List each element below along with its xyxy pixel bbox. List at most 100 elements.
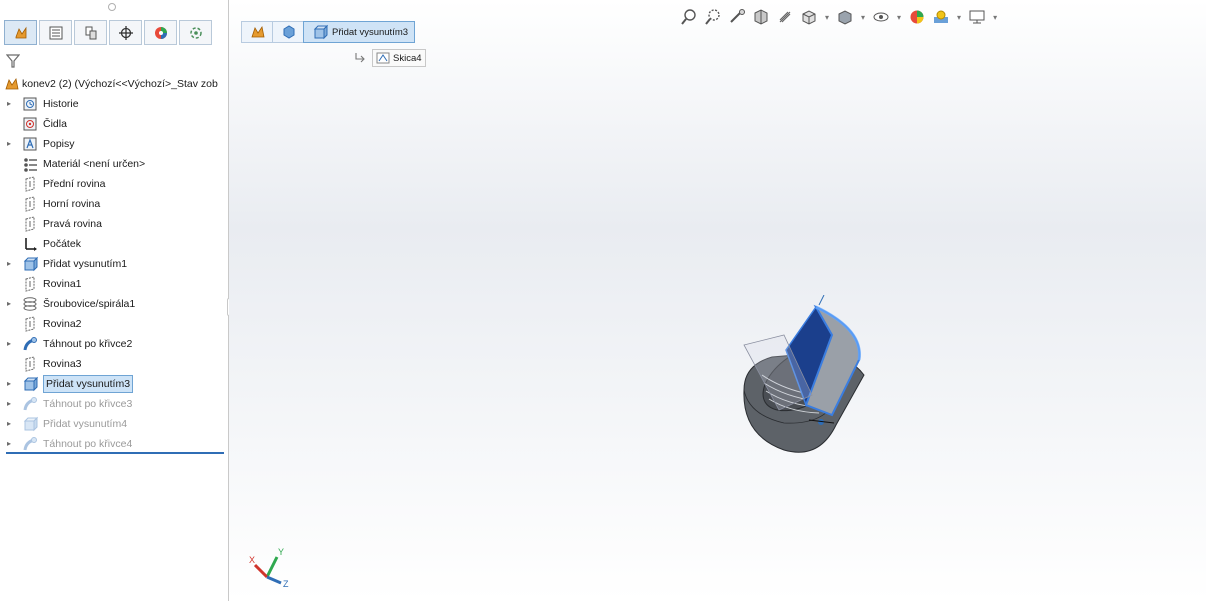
expand-arrow-icon[interactable]: ▸ — [7, 294, 15, 314]
expand-arrow-icon[interactable]: ▸ — [7, 434, 15, 454]
tree-item[interactable]: Horní rovina — [0, 194, 228, 214]
zoom-to-fit-icon — [681, 9, 696, 25]
chevron-down-icon[interactable]: ▾ — [957, 13, 961, 22]
tab-property-manager[interactable] — [39, 20, 72, 45]
sensors-icon — [23, 117, 37, 131]
tree-item[interactable]: ▸ Popisy — [0, 134, 228, 154]
view-triad: Y X Z — [249, 547, 289, 589]
breadcrumb-sketch[interactable]: Skica4 — [372, 49, 426, 67]
tree-item[interactable]: ▸ Přidat vysunutím4 — [0, 414, 228, 434]
tree-root[interactable]: konev2 (2) (Výchozí<<Výchozí>_Stav zob — [0, 74, 228, 94]
tree-item[interactable]: ▸ Přidat vysunutím3 — [0, 374, 228, 394]
tree-item[interactable]: Čidla — [0, 114, 228, 134]
breadcrumb: Přidat vysunutím3 — [241, 21, 416, 43]
edit-appearance-icon — [910, 10, 924, 24]
extrude-icon — [23, 416, 38, 432]
feature-tree: konev2 (2) (Výchozí<<Výchozí>_Stav zob ▸… — [0, 74, 228, 454]
tree-item-label: Přidat vysunutím4 — [43, 418, 128, 430]
tree-item[interactable]: Počátek — [0, 234, 228, 254]
tab-feature-manager[interactable] — [4, 20, 37, 45]
sweep-icon — [23, 437, 37, 451]
scene-button[interactable] — [931, 7, 951, 27]
hide-show-button[interactable] — [871, 7, 891, 27]
tree-item[interactable]: Rovina2 — [0, 314, 228, 334]
expand-arrow-icon[interactable]: ▸ — [7, 254, 15, 274]
breadcrumb-sketch-label: Skica4 — [393, 52, 422, 64]
dimxpert-manager-icon — [118, 25, 133, 40]
plane-icon — [25, 216, 35, 232]
tree-item[interactable]: Rovina1 — [0, 274, 228, 294]
dynamic-annotation-button[interactable] — [775, 7, 795, 27]
expand-arrow-icon[interactable]: ▸ — [7, 414, 15, 434]
expand-arrow-icon[interactable]: ▸ — [7, 394, 15, 414]
chevron-down-icon[interactable]: ▾ — [825, 13, 829, 22]
extrude-icon — [23, 376, 38, 392]
material-icon — [24, 158, 37, 172]
scene-icon — [934, 10, 949, 23]
expand-arrow-icon[interactable]: ▸ — [7, 334, 15, 354]
tree-item[interactable]: Materiál <není určen> — [0, 154, 228, 174]
tree-item[interactable]: Pravá rovina — [0, 214, 228, 234]
graphics-area[interactable]: Přidat vysunutím3 Skica4 ▾ ▾ ▾ ▾ ▾ Y X Z — [229, 0, 1206, 601]
edit-appearance-button[interactable] — [907, 7, 927, 27]
tree-item[interactable]: Rovina3 — [0, 354, 228, 374]
feature-manager-icon — [15, 26, 26, 38]
expand-arrow-icon[interactable]: ▸ — [7, 374, 15, 394]
view-settings-button[interactable] — [967, 7, 987, 27]
chevron-down-icon[interactable]: ▾ — [897, 13, 901, 22]
tree-root-label: konev2 (2) (Výchozí<<Výchozí>_Stav zob — [22, 78, 218, 90]
zoom-to-area-button[interactable] — [703, 7, 723, 27]
tree-item[interactable]: Přední rovina — [0, 174, 228, 194]
zoom-to-fit-button[interactable] — [679, 7, 699, 27]
tree-item-label: Rovina1 — [43, 278, 82, 290]
filter-icon[interactable] — [6, 54, 20, 68]
cam-manager-icon — [189, 26, 202, 39]
tree-item-label: Čidla — [43, 118, 67, 130]
tree-item[interactable]: ▸ Táhnout po křivce2 — [0, 334, 228, 354]
breadcrumb-part[interactable] — [241, 21, 273, 43]
display-manager-icon — [154, 26, 167, 39]
extrude-icon — [313, 24, 328, 40]
tree-item[interactable]: ▸ Historie — [0, 94, 228, 114]
tree-item-label: Počátek — [43, 238, 81, 250]
property-manager-icon — [49, 26, 62, 39]
chevron-down-icon[interactable]: ▾ — [993, 13, 997, 22]
tree-item-label: Historie — [43, 98, 79, 110]
sketch-icon — [376, 52, 390, 64]
tab-configuration-manager[interactable] — [74, 20, 107, 45]
heads-up-toolbar: ▾ ▾ ▾ ▾ ▾ — [679, 6, 999, 28]
breadcrumb-sub: Skica4 — [354, 49, 426, 67]
tree-end-marker[interactable] — [6, 452, 224, 454]
section-view-button[interactable] — [751, 7, 771, 27]
expand-arrow-icon[interactable]: ▸ — [7, 94, 15, 114]
tab-display-manager[interactable] — [144, 20, 177, 45]
panel-grip[interactable] — [108, 3, 116, 11]
breadcrumb-feature[interactable]: Přidat vysunutím3 — [303, 21, 416, 43]
plane-icon — [25, 276, 35, 292]
tree-item-label: Pravá rovina — [43, 218, 102, 230]
tree-item-label: Materiál <není určen> — [43, 158, 146, 170]
previous-view-button[interactable] — [727, 7, 747, 27]
extrude-icon — [23, 256, 38, 272]
dynamic-annotation-icon — [779, 11, 791, 23]
part-model[interactable] — [724, 295, 874, 455]
tree-item-label: Táhnout po křivce2 — [43, 338, 133, 350]
tree-item[interactable]: ▸ Táhnout po křivce4 — [0, 434, 228, 454]
tree-item-label: Přidat vysunutím1 — [43, 258, 128, 270]
tab-dimxpert-manager[interactable] — [109, 20, 142, 45]
tab-cam-manager[interactable] — [179, 20, 212, 45]
tree-item[interactable]: ▸ Šroubovice/spirála1 — [0, 294, 228, 314]
tree-item[interactable]: ▸ Přidat vysunutím1 — [0, 254, 228, 274]
view-orientation-icon — [802, 10, 816, 25]
part-icon — [251, 25, 265, 38]
previous-view-icon — [730, 9, 745, 23]
view-orientation-button[interactable] — [799, 7, 819, 27]
body-icon — [283, 25, 295, 39]
tree-item-label: Šroubovice/spirála1 — [43, 298, 136, 310]
breadcrumb-body[interactable] — [272, 21, 304, 43]
expand-arrow-icon[interactable]: ▸ — [7, 134, 15, 154]
display-style-button[interactable] — [835, 7, 855, 27]
annotations-icon — [23, 137, 37, 151]
tree-item[interactable]: ▸ Táhnout po křivce3 — [0, 394, 228, 414]
chevron-down-icon[interactable]: ▾ — [861, 13, 865, 22]
